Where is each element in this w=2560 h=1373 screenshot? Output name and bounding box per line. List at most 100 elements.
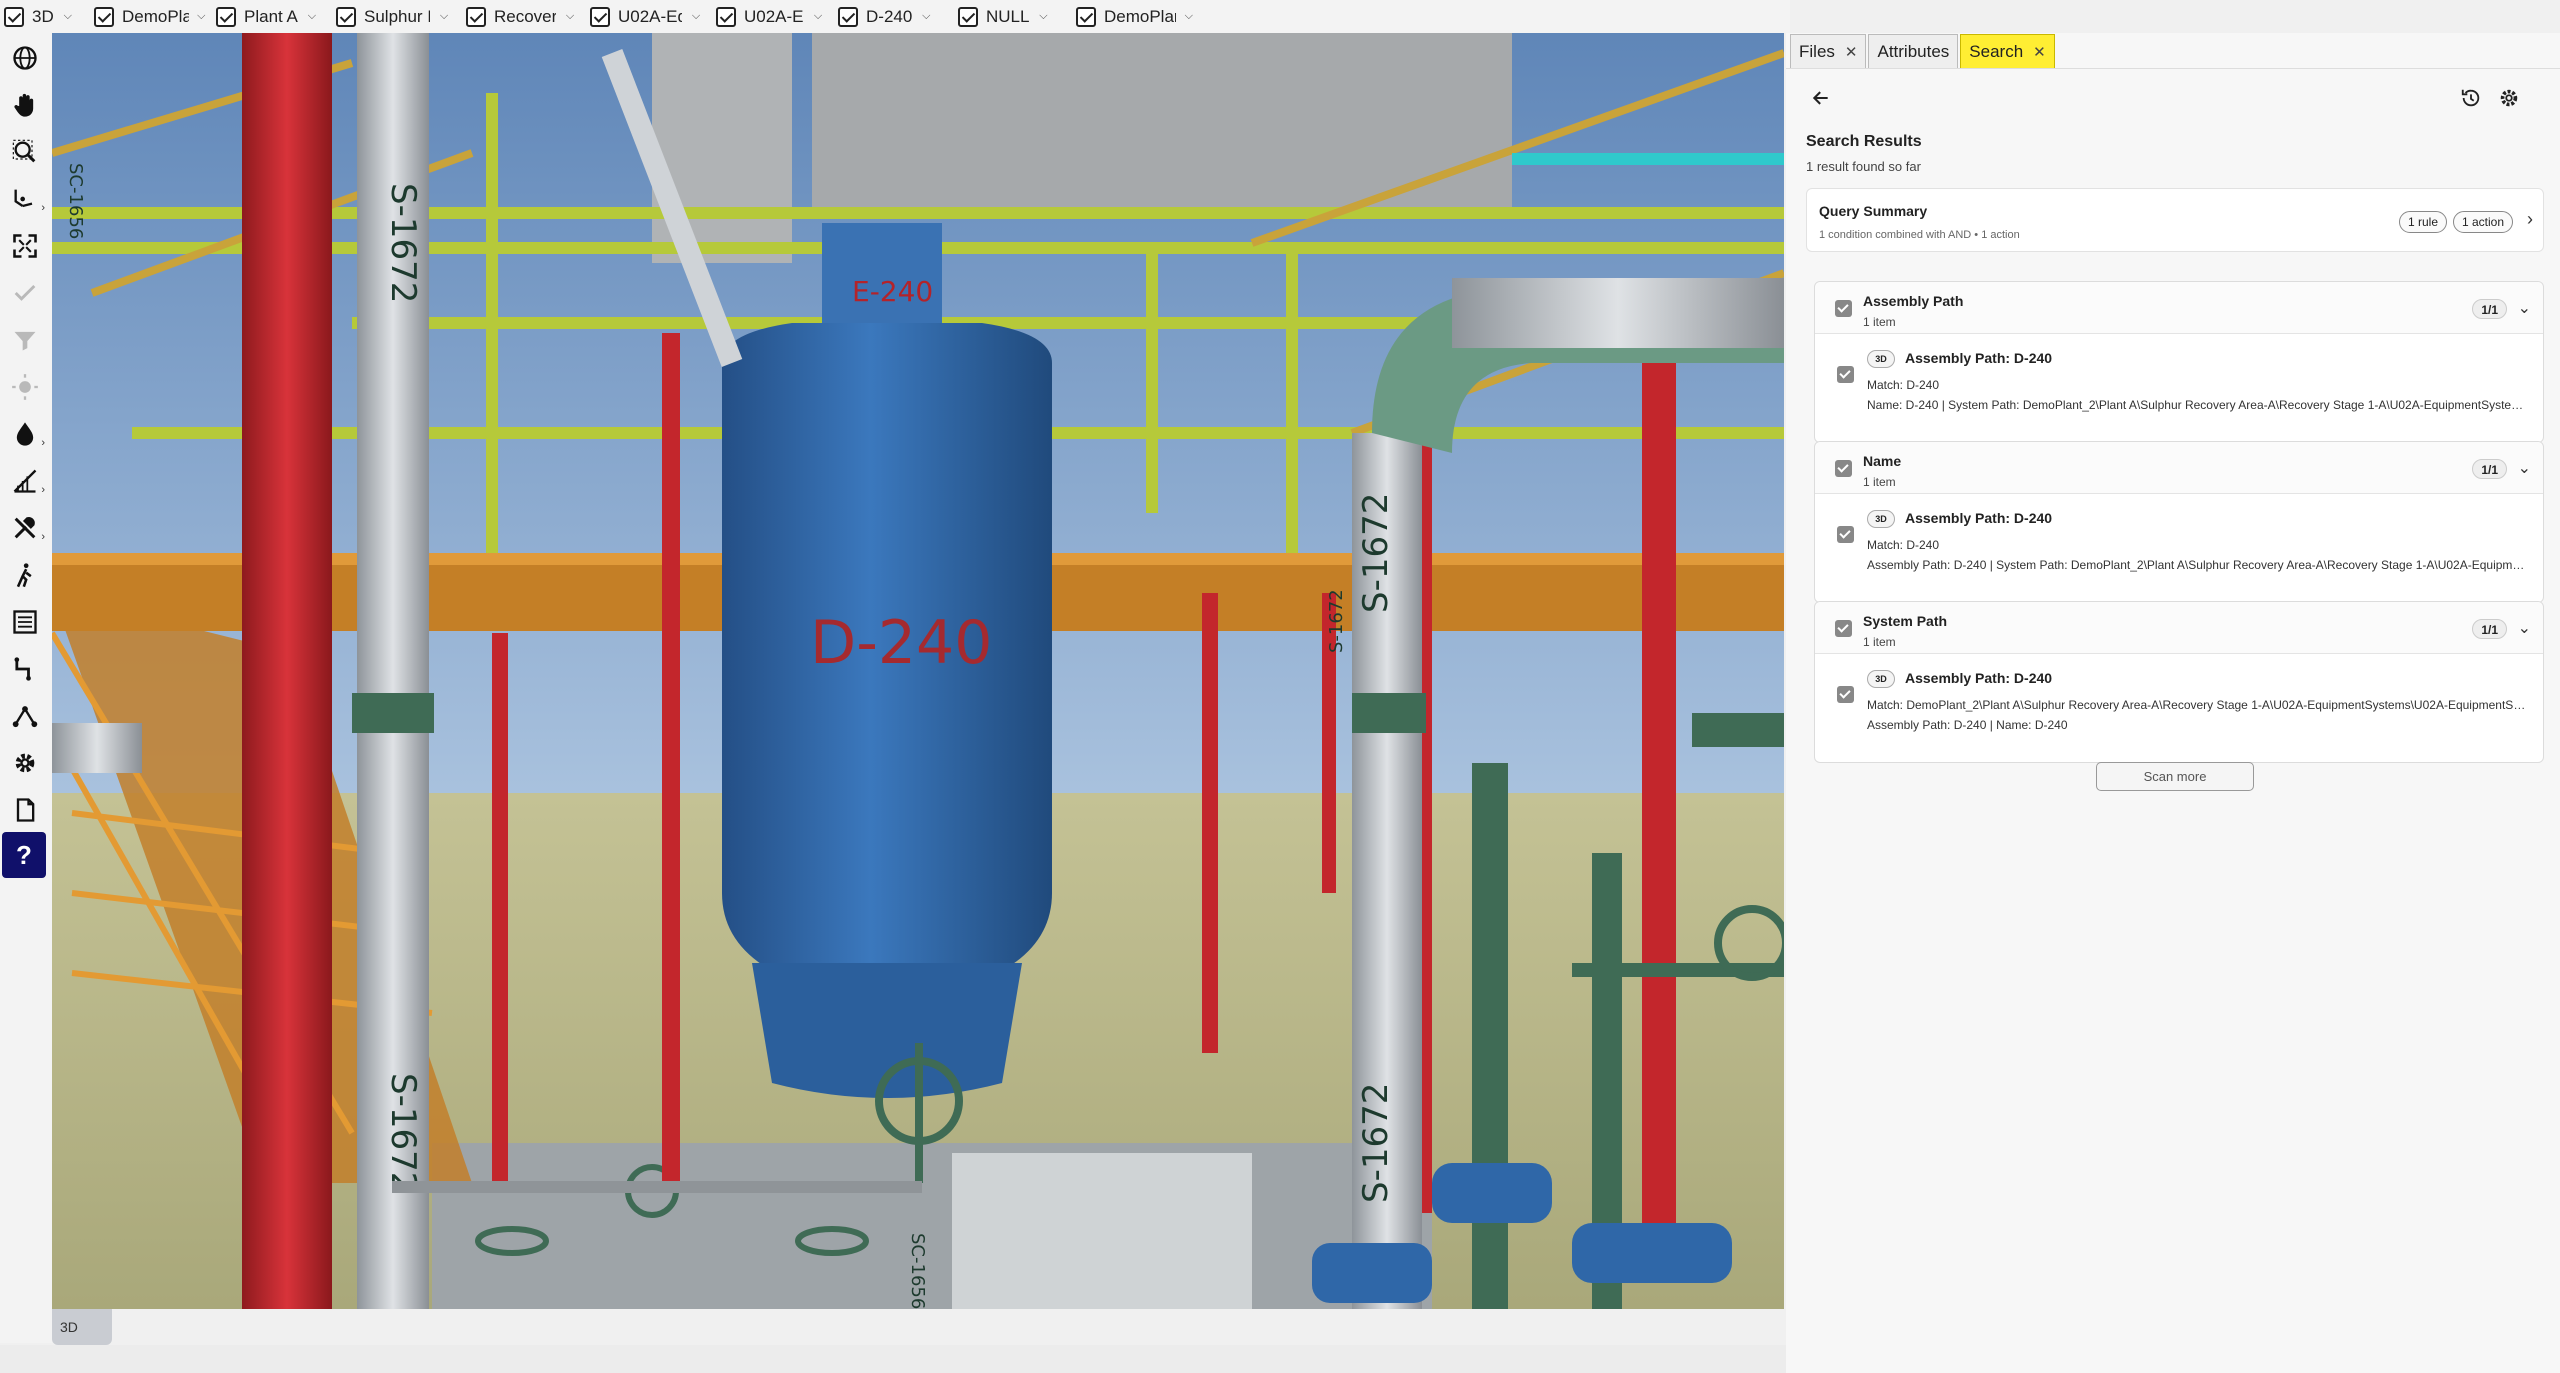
chevron-down-icon[interactable]: ⌄ <box>2518 458 2531 478</box>
hand-pan-icon[interactable] <box>4 84 46 126</box>
gear-icon[interactable] <box>2494 83 2524 113</box>
breadcrumb-item[interactable]: U02A-Equi ⌵ <box>590 0 708 33</box>
document-icon[interactable] <box>4 789 46 831</box>
tab-label: Attributes <box>1877 41 1950 61</box>
breadcrumb-checkbox[interactable] <box>4 6 24 27</box>
group-count: 1 item <box>1863 315 1896 329</box>
pipe-label: SC-1656 <box>65 163 86 239</box>
item-title: Assembly Path: D-240 <box>1905 350 2053 366</box>
vessel-label-e240: E-240 <box>852 275 933 308</box>
sun-icon <box>4 366 46 408</box>
item-details: Assembly Path: D-240 | Name: D-240 <box>1867 718 2068 732</box>
chevron-down-icon[interactable]: ⌄ <box>2518 298 2531 318</box>
item-title: Assembly Path: D-240 <box>1905 670 2053 686</box>
chevron-down-icon[interactable]: ⌵ <box>1182 10 1196 23</box>
filter-icon <box>4 319 46 361</box>
tools-icon[interactable]: › <box>4 507 46 549</box>
breadcrumb-checkbox[interactable] <box>590 6 610 27</box>
tab-search[interactable]: Search ✕ <box>1960 34 2055 68</box>
water-drop-icon[interactable]: › <box>4 413 46 455</box>
result-item[interactable]: 3D Assembly Path: D-240 Match: D-240 Ass… <box>1815 494 2543 602</box>
chevron-down-icon[interactable]: ⌵ <box>436 10 452 23</box>
globe-icon[interactable] <box>4 37 46 79</box>
3d-viewport[interactable]: E-240 D-240 S-1672 S-1672 S-1672 S-1672 … <box>52 33 1784 1309</box>
breadcrumb-label: U02A-Equi <box>618 6 682 26</box>
breadcrumb-item[interactable]: Plant A ⌵ <box>216 0 328 33</box>
result-item[interactable]: 3D Assembly Path: D-240 Match: DemoPlant… <box>1815 654 2543 762</box>
chevron-down-icon[interactable]: ⌵ <box>918 10 934 23</box>
group-title: Assembly Path <box>1863 293 1964 309</box>
group-header[interactable]: Name 1 item 1/1 ⌄ <box>1815 442 2543 494</box>
breadcrumb-item[interactable]: D-240 ⌵ <box>838 0 950 33</box>
breadcrumb-checkbox[interactable] <box>336 6 356 27</box>
pipe-label: S-1672 <box>1356 493 1396 613</box>
breadcrumb-checkbox[interactable] <box>466 6 486 27</box>
group-title: System Path <box>1863 613 1948 629</box>
chevron-down-icon[interactable]: ⌵ <box>810 10 826 23</box>
walk-icon[interactable] <box>4 554 46 596</box>
measure-icon[interactable]: › <box>4 460 46 502</box>
help-label: ? <box>16 839 32 870</box>
results-title: Search Results <box>1806 133 1922 150</box>
breadcrumb-item[interactable]: Recovery S ⌵ <box>466 0 582 33</box>
chevron-down-icon[interactable]: ⌵ <box>562 10 578 23</box>
scan-more-button[interactable]: Scan more <box>2096 762 2254 791</box>
pipe-label: SC-1656 <box>907 1233 928 1309</box>
help-icon[interactable]: ? <box>2 832 46 878</box>
pipe-label: S-1672 <box>1356 1083 1396 1203</box>
chevron-down-icon[interactable]: ⌵ <box>1035 10 1051 23</box>
query-summary-text: 1 condition combined with AND • 1 action <box>1819 229 2020 241</box>
chevron-down-icon[interactable]: ⌵ <box>688 10 704 23</box>
breadcrumb-item[interactable]: U02A-Equ ⌵ <box>716 0 830 33</box>
nodes-icon[interactable] <box>4 695 46 737</box>
group-count: 1 item <box>1863 475 1896 489</box>
list-icon[interactable] <box>4 601 46 643</box>
chevron-down-icon[interactable]: ⌵ <box>304 10 320 23</box>
route-icon[interactable] <box>4 648 46 690</box>
fit-view-icon[interactable] <box>4 225 46 267</box>
breadcrumb-checkbox[interactable] <box>716 6 736 27</box>
item-checkbox[interactable] <box>1837 526 1854 543</box>
arrow-left-icon[interactable] <box>1806 83 1836 113</box>
gear-icon[interactable] <box>4 742 46 784</box>
breadcrumb-label: U02A-Equ <box>744 6 804 26</box>
close-icon[interactable]: ✕ <box>2033 43 2046 61</box>
group-checkbox[interactable] <box>1835 460 1852 477</box>
history-icon[interactable] <box>2456 83 2486 113</box>
group-header[interactable]: System Path 1 item 1/1 ⌄ <box>1815 602 2543 654</box>
zoom-area-icon[interactable] <box>4 131 46 173</box>
chevron-down-icon[interactable]: ⌵ <box>195 10 208 23</box>
group-checkbox[interactable] <box>1835 620 1852 637</box>
breadcrumb-item[interactable]: Sulphur R ⌵ <box>336 0 458 33</box>
item-match: Match: DemoPlant_2\Plant A\Sulphur Recov… <box>1867 698 2527 712</box>
item-match: Match: D-240 <box>1867 378 1940 392</box>
3d-scene[interactable]: E-240 D-240 S-1672 S-1672 S-1672 S-1672 … <box>52 33 1784 1309</box>
breadcrumb-checkbox[interactable] <box>1076 6 1096 27</box>
tab-files[interactable]: Files ✕ <box>1790 34 1867 68</box>
chevron-down-icon[interactable]: ⌄ <box>2518 618 2531 638</box>
group-header[interactable]: Assembly Path 1 item 1/1 ⌄ <box>1815 282 2543 334</box>
check-icon <box>4 272 46 314</box>
breadcrumb-checkbox[interactable] <box>838 6 858 27</box>
group-badge: 1/1 <box>2472 619 2507 639</box>
result-item[interactable]: 3D Assembly Path: D-240 Match: D-240 Nam… <box>1815 334 2543 442</box>
axis-icon[interactable]: › <box>4 178 46 220</box>
item-checkbox[interactable] <box>1837 366 1854 383</box>
chevron-down-icon[interactable]: ⌵ <box>60 10 76 23</box>
query-summary[interactable]: Query Summary 1 condition combined with … <box>1806 188 2544 252</box>
breadcrumb-item[interactable]: DemoPlan ⌵ <box>1076 0 1196 33</box>
left-toolbar: › › › › ? <box>0 33 52 1343</box>
close-icon[interactable]: ✕ <box>1845 43 1858 61</box>
view-tab-3d[interactable]: 3D <box>52 1309 112 1345</box>
item-checkbox[interactable] <box>1837 686 1854 703</box>
group-checkbox[interactable] <box>1835 300 1852 317</box>
breadcrumb-item[interactable]: DemoPlan ⌵ <box>94 0 208 33</box>
tab-attributes[interactable]: Attributes <box>1868 34 1959 68</box>
breadcrumb-item[interactable]: 3D ⌵ <box>4 0 86 33</box>
tab-label: Files <box>1799 41 1835 61</box>
breadcrumb-checkbox[interactable] <box>958 6 978 27</box>
breadcrumb-item[interactable]: NULL ⌵ <box>958 0 1068 33</box>
breadcrumb-checkbox[interactable] <box>94 6 114 27</box>
chevron-right-icon[interactable]: › <box>2527 209 2533 230</box>
breadcrumb-checkbox[interactable] <box>216 6 236 27</box>
